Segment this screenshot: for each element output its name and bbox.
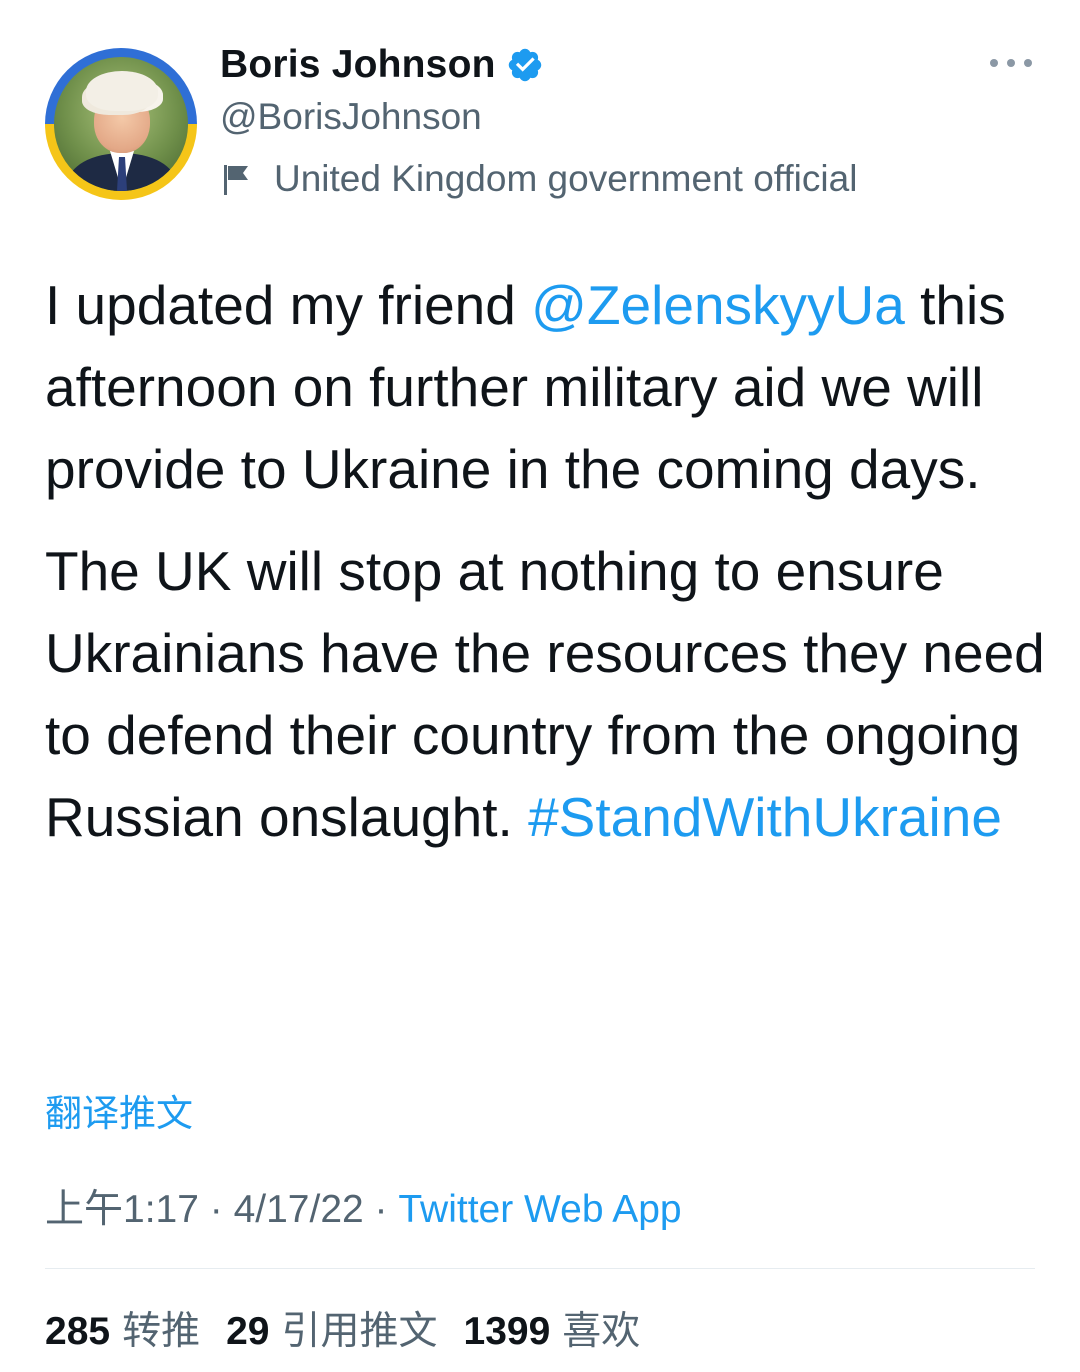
account-label-text: United Kingdom government official <box>274 158 858 199</box>
tweet-time[interactable]: 上午1:17 <box>45 1188 199 1231</box>
tweet-date[interactable]: 4/17/22 <box>234 1188 364 1231</box>
author-name[interactable]: Boris Johnson <box>220 43 496 87</box>
more-options-icon[interactable] <box>990 56 1032 70</box>
translate-tweet-link[interactable]: 翻译推文 <box>45 1083 193 1137</box>
retweets-stat[interactable]: 285 转推 <box>45 1300 200 1356</box>
divider <box>45 1268 1035 1269</box>
author-name-row: Boris Johnson <box>220 38 544 92</box>
mention-link[interactable]: @ZelenskyyUa <box>531 274 905 336</box>
tweet-stats: 285 转推 29 引用推文 1399 喜欢 <box>45 1300 666 1356</box>
avatar-photo <box>54 57 188 191</box>
quote-tweets-stat[interactable]: 29 引用推文 <box>226 1300 437 1356</box>
tweet-text: I updated my friend @ZelenskyyUa this af… <box>45 264 1045 858</box>
retweets-count: 285 <box>45 1310 111 1353</box>
likes-label: 喜欢 <box>562 1310 641 1353</box>
account-label: United Kingdom government official <box>220 158 857 200</box>
flag-icon <box>220 161 254 197</box>
quote-tweets-label: 引用推文 <box>281 1310 438 1353</box>
avatar[interactable] <box>45 48 197 200</box>
quote-tweets-count: 29 <box>226 1310 270 1353</box>
retweets-label: 转推 <box>122 1310 201 1353</box>
likes-stat[interactable]: 1399 喜欢 <box>464 1300 641 1356</box>
likes-count: 1399 <box>463 1310 551 1353</box>
tweet-paragraph-1: I updated my friend @ZelenskyyUa this af… <box>45 274 1006 500</box>
hashtag-link[interactable]: #StandWithUkraine <box>528 786 1002 848</box>
author-handle[interactable]: @BorisJohnson <box>220 96 482 138</box>
tweet-meta: 上午1:17 · 4/17/22 · Twitter Web App <box>45 1188 682 1231</box>
tweet-paragraph-2: The UK will stop at nothing to ensure Uk… <box>45 540 1045 848</box>
tweet-source-link[interactable]: Twitter Web App <box>398 1188 681 1231</box>
verified-badge-icon <box>506 46 544 84</box>
